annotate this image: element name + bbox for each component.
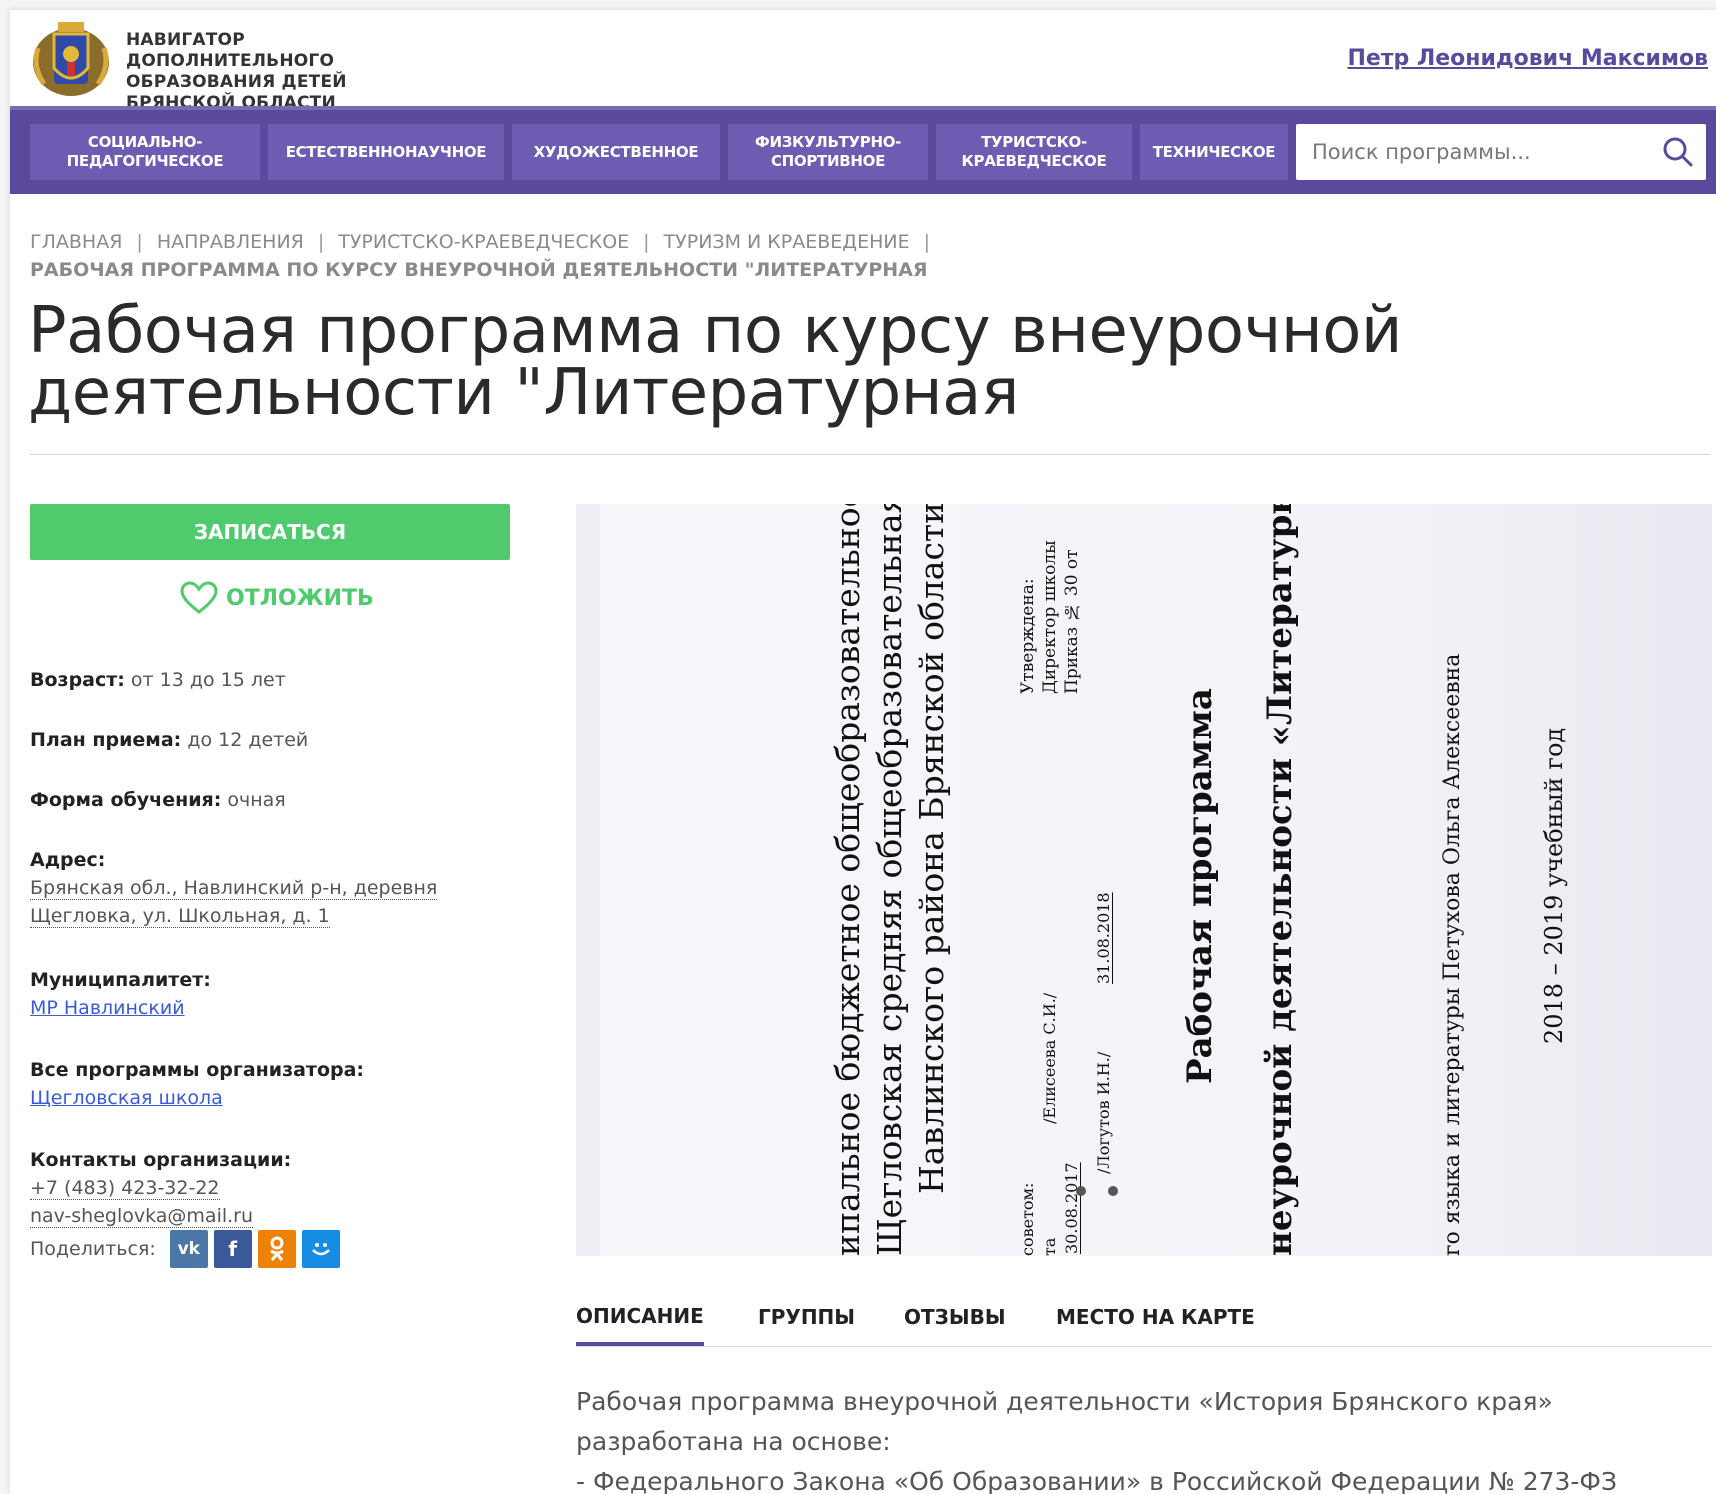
- breadcrumb-home[interactable]: Главная: [30, 231, 122, 253]
- doc-line-3: Навлинского района Брянской области: [912, 504, 951, 1194]
- age-info: Возраст: от 13 до 15 лет: [30, 666, 510, 694]
- address-label: Адрес:: [30, 849, 106, 871]
- title-divider: [30, 454, 1710, 455]
- contacts-info: Контакты организации: +7 (483) 423-32-22…: [30, 1146, 510, 1268]
- site-title[interactable]: Навигатор дополнительного образования де…: [126, 30, 446, 114]
- search-icon[interactable]: [1662, 136, 1694, 168]
- facebook-icon[interactable]: f: [213, 1230, 252, 1268]
- plan-label: План приема:: [30, 729, 182, 751]
- doc-signature-1: /Елисеева С.И./: [1040, 992, 1059, 1124]
- nav-item-tourism[interactable]: Туристско-краеведческое: [936, 124, 1132, 180]
- breadcrumb: Главная | Направления | Туристско-краеведчес…: [30, 228, 1130, 284]
- breadcrumb-current: Рабочая программа по курсу внеурочной де…: [30, 259, 928, 281]
- search-box: [1296, 124, 1706, 180]
- site-header: Навигатор дополнительного образования де…: [10, 10, 1716, 113]
- search-input[interactable]: [1296, 124, 1646, 180]
- vk-icon[interactable]: vk: [169, 1230, 208, 1268]
- breadcrumb-tourism-study[interactable]: Туризм и краеведение: [664, 231, 910, 253]
- doc-approved-1: Утверждена:: [1018, 578, 1038, 694]
- user-profile-link[interactable]: Петр Леонидович Максимов: [1347, 46, 1708, 71]
- description-line-3: - Федерального Закона «Об Образовании» в…: [576, 1467, 1617, 1494]
- program-document-image[interactable]: ипальное бюджетное общеобразовательное у…: [576, 504, 1712, 1256]
- tab-map[interactable]: Место на карте: [1056, 1290, 1255, 1344]
- doc-council-2: та: [1040, 1237, 1059, 1256]
- address-info: Адрес: Брянская обл., Навлинский р-н, де…: [30, 846, 510, 930]
- address-line-2[interactable]: Щегловка, ул. Школьная, д. 1: [30, 905, 330, 928]
- doc-line-2: Щегловская средняя общеобразовательная ш…: [870, 504, 909, 1256]
- program-tabs: Описание Группы Отзывы Место на карте: [576, 1290, 1712, 1347]
- doc-dot: [1108, 1186, 1118, 1196]
- doc-signature-2-date: 31.08.2018: [1094, 892, 1113, 984]
- page-title: Рабочая программа по курсу внеурочной де…: [28, 294, 1402, 430]
- age-label: Возраст:: [30, 669, 125, 691]
- tab-groups[interactable]: Группы: [758, 1290, 855, 1344]
- plan-info: План приема: до 12 детей: [30, 726, 510, 754]
- nav-item-technical[interactable]: Техническое: [1140, 124, 1288, 180]
- doc-author: го языка и литературы Петухова Ольга Але…: [1440, 653, 1465, 1256]
- contacts-label: Контакты организации:: [30, 1149, 292, 1171]
- doc-approved-3: Приказ № 30 от: [1062, 549, 1082, 694]
- organizer-link[interactable]: Щегловская школа: [30, 1087, 223, 1109]
- municipality-link[interactable]: МР Навлинский: [30, 997, 185, 1019]
- breadcrumb-directions[interactable]: Направления: [157, 231, 304, 253]
- description-line-2: разработана на основе:: [576, 1427, 891, 1456]
- doc-heading-1: Рабочая программа: [1180, 688, 1220, 1084]
- heart-icon: [180, 581, 218, 614]
- category-nav: Социально-педагогическое Естественнонауч…: [10, 106, 1716, 194]
- organizer-label: Все программы организатора:: [30, 1059, 365, 1081]
- odnoklassniki-icon[interactable]: [257, 1230, 296, 1268]
- form-value: очная: [227, 789, 286, 811]
- municipality-label: Муниципалитет:: [30, 969, 211, 991]
- municipality-info: Муниципалитет: МР Навлинский: [30, 966, 510, 1022]
- nav-item-sport[interactable]: Физкультурно-спортивное: [728, 124, 928, 180]
- form-info: Форма обучения: очная: [30, 786, 510, 814]
- tab-description[interactable]: Описание: [576, 1290, 704, 1346]
- doc-heading-2: неурочной деятельности «Литературная: [1260, 504, 1300, 1256]
- doc-council-3: 30.08.2017: [1062, 1162, 1081, 1254]
- contact-email[interactable]: nav-sheglovka@mail.ru: [30, 1205, 254, 1228]
- doc-council-1: советом:: [1018, 1182, 1037, 1256]
- description-line-1: Рабочая программа внеурочной деятельност…: [576, 1387, 1553, 1416]
- plan-value: до 12 детей: [187, 729, 309, 751]
- doc-signature-2: /Логутов И.Н./: [1094, 1051, 1113, 1174]
- address-line-1[interactable]: Брянская обл., Навлинский р-н, деревня: [30, 877, 438, 900]
- enroll-button[interactable]: Записаться: [30, 504, 510, 560]
- contact-phone[interactable]: +7 (483) 423-32-22: [30, 1177, 220, 1200]
- postpone-button[interactable]: Отложить: [180, 578, 374, 618]
- breadcrumb-separator: |: [317, 231, 325, 253]
- tab-reviews[interactable]: Отзывы: [904, 1290, 1006, 1344]
- moimir-icon[interactable]: [301, 1230, 340, 1268]
- form-label: Форма обучения:: [30, 789, 222, 811]
- postpone-label: Отложить: [226, 585, 374, 611]
- doc-year: 2018 – 2019 учебный год: [1540, 727, 1568, 1044]
- breadcrumb-separator: |: [136, 231, 143, 253]
- nav-item-arts[interactable]: Художественное: [512, 124, 720, 180]
- doc-approved-2: Директор школы: [1040, 540, 1060, 694]
- document-page: ипальное бюджетное общеобразовательное у…: [600, 504, 1712, 1256]
- doc-line-1: ипальное бюджетное общеобразовательное у…: [828, 504, 867, 1256]
- nav-item-science[interactable]: Естественнонаучное: [268, 124, 504, 180]
- nav-item-social[interactable]: Социально-педагогическое: [30, 124, 260, 180]
- share-label: Поделиться:: [30, 1238, 156, 1260]
- breadcrumb-separator: |: [923, 231, 931, 253]
- coat-of-arms-logo[interactable]: [28, 18, 114, 100]
- breadcrumb-separator: |: [643, 231, 650, 253]
- program-description: Рабочая программа внеурочной деятельност…: [576, 1382, 1712, 1494]
- breadcrumb-tourism[interactable]: Туристско-краеведческое: [338, 231, 629, 253]
- organizer-info: Все программы организатора: Щегловская ш…: [30, 1056, 510, 1112]
- share-row: Поделиться: vk f: [30, 1230, 510, 1268]
- doc-dot: [1076, 1186, 1086, 1196]
- page: Навигатор дополнительного образования де…: [10, 10, 1716, 1494]
- age-value: от 13 до 15 лет: [130, 669, 286, 691]
